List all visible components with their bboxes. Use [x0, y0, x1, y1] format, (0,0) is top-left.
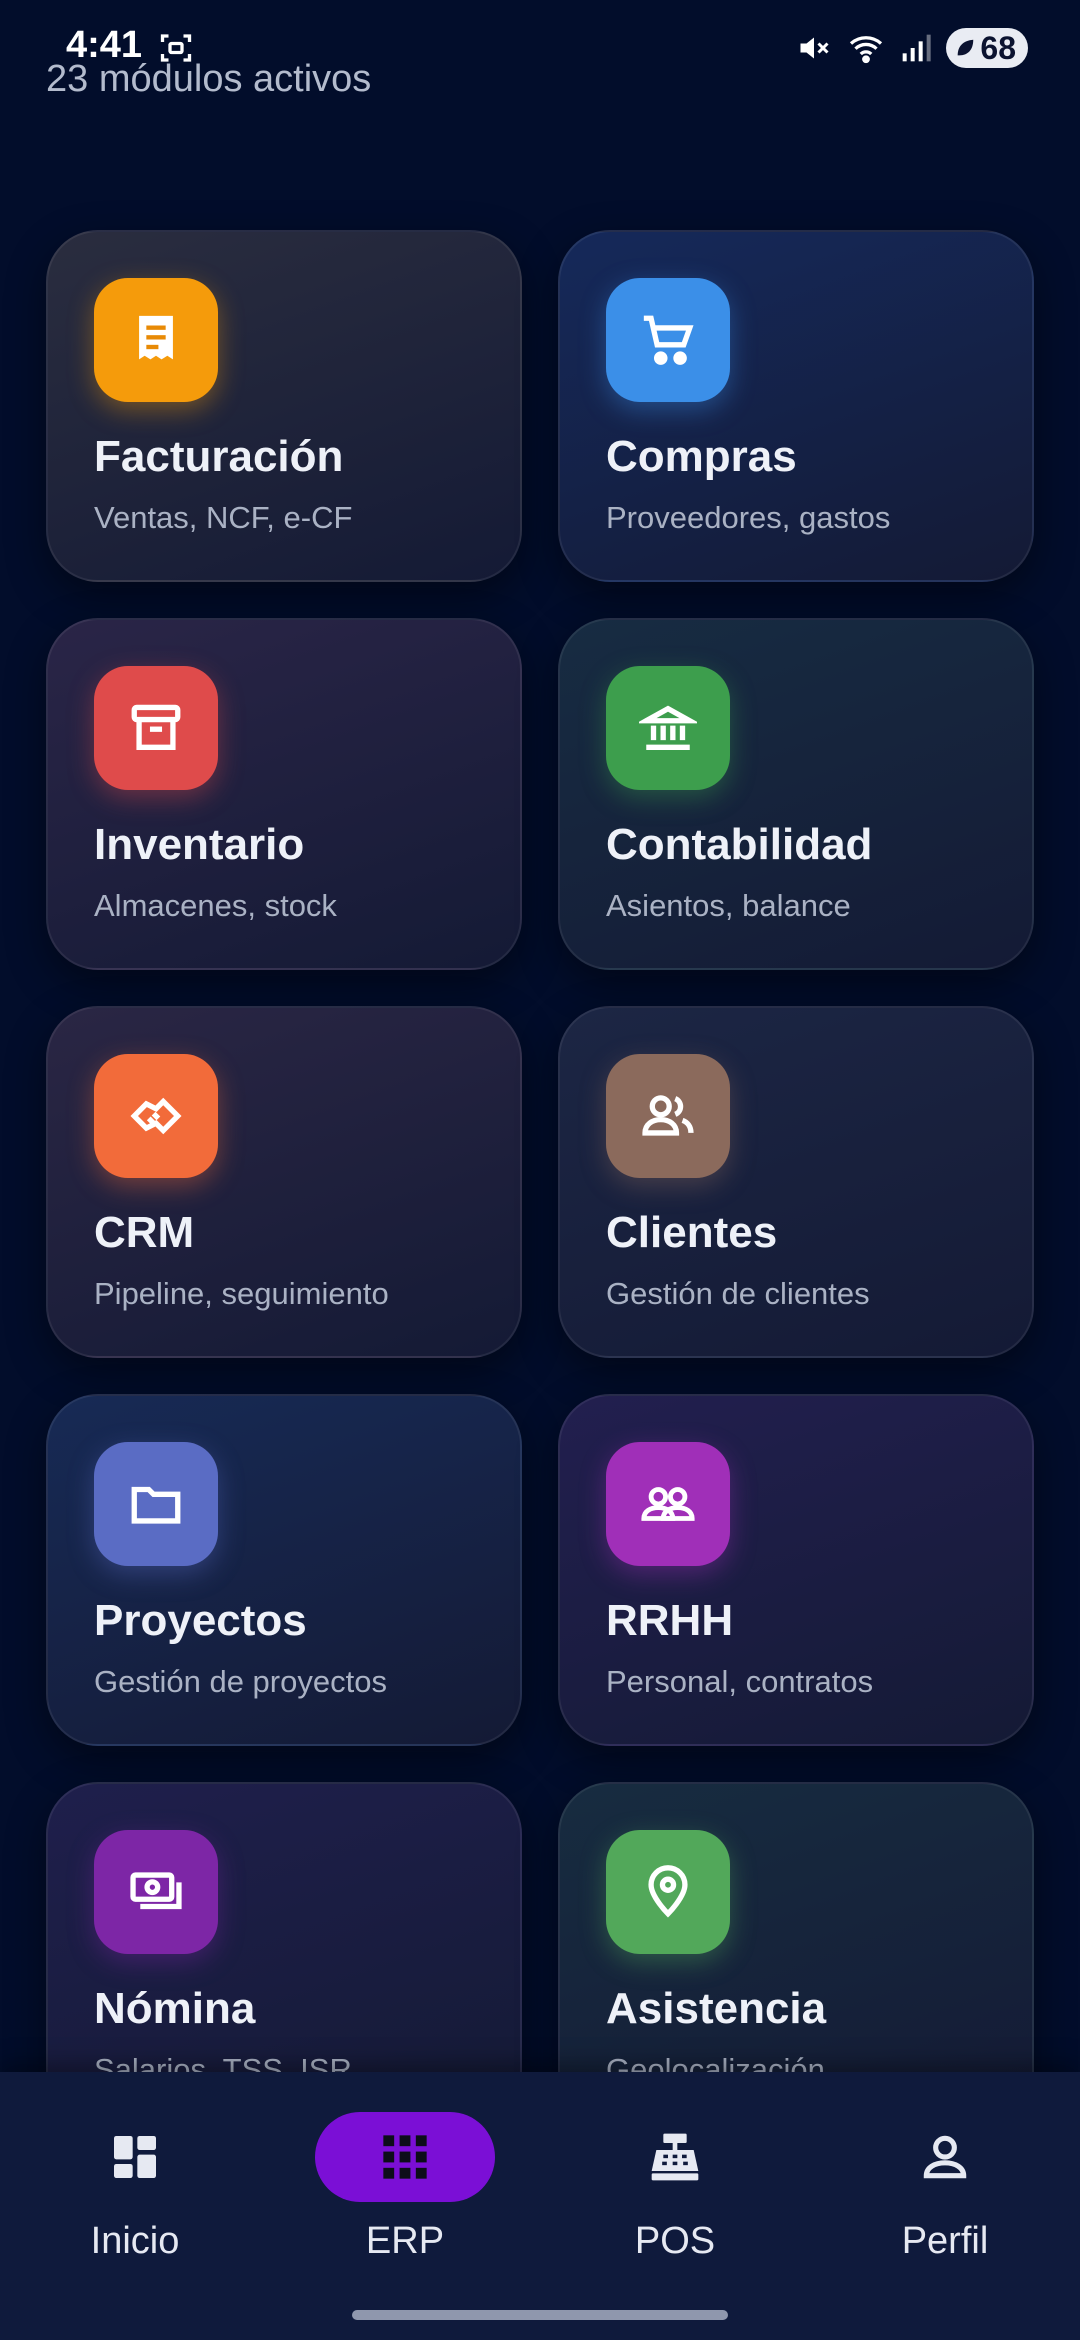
- icon-container: [94, 1830, 218, 1954]
- nav-icon-container: [45, 2112, 225, 2202]
- icon-container: [94, 666, 218, 790]
- people-icon: [642, 1095, 694, 1136]
- module-subtitle: Asientos, balance: [606, 888, 851, 923]
- nav-label: Perfil: [901, 2220, 989, 2262]
- dashboard-icon: [114, 2136, 156, 2178]
- module-card-crm[interactable]: CRM Pipeline, seguimiento: [46, 1006, 522, 1358]
- module-subtitle: Ventas, NCF, e-CF: [94, 500, 353, 535]
- location-pin-icon: [648, 1865, 688, 1918]
- icon-container: [606, 1830, 730, 1954]
- icon-container: [94, 1054, 218, 1178]
- module-card-inventario[interactable]: Inventario Almacenes, stock: [46, 618, 522, 970]
- system-icons: 68: [796, 28, 1028, 68]
- bank-icon: [639, 705, 697, 750]
- wifi-icon: [850, 36, 883, 64]
- icon-container: [606, 278, 730, 402]
- module-title: RRHH: [606, 1596, 734, 1645]
- leaf-icon: [958, 39, 974, 56]
- module-title: Asistencia: [606, 1984, 827, 2033]
- module-title: Clientes: [606, 1208, 778, 1257]
- payments-icon: [130, 1872, 182, 1910]
- icon-container: [606, 666, 730, 790]
- module-card-rrhh[interactable]: RRHH Personal, contratos: [558, 1394, 1034, 1746]
- module-title: Inventario: [94, 820, 305, 869]
- nav-icon-container: [855, 2112, 1035, 2202]
- handshake-icon: [130, 1097, 182, 1135]
- module-title: CRM: [94, 1208, 195, 1257]
- nav-icon-container: [585, 2112, 765, 2202]
- modules-count: 23 módulos activos: [46, 58, 372, 100]
- modules-grid: Facturación Ventas, NCF, e-CF Compras Pr…: [46, 230, 1034, 2134]
- nav-item-inicio[interactable]: Inicio: [0, 2112, 270, 2262]
- module-title: Nómina: [94, 1984, 256, 2033]
- archive-icon: [131, 704, 181, 750]
- module-subtitle: Pipeline, seguimiento: [94, 1276, 389, 1311]
- module-title: Compras: [606, 432, 797, 481]
- folder-icon: [131, 1486, 181, 1524]
- nav-item-erp[interactable]: ERP: [270, 2112, 540, 2262]
- apps-grid-icon: [383, 2135, 427, 2179]
- home-indicator[interactable]: [352, 2310, 728, 2320]
- module-card-clientes[interactable]: Clientes Gestión de clientes: [558, 1006, 1034, 1358]
- module-title: Proyectos: [94, 1596, 307, 1645]
- module-card-compras[interactable]: Compras Proveedores, gastos: [558, 230, 1034, 582]
- battery-indicator: 68: [946, 28, 1028, 68]
- nav-label: ERP: [365, 2220, 445, 2262]
- bottom-navigation: Inicio ERP POS Perfil: [0, 2072, 1080, 2340]
- group-icon: [641, 1487, 695, 1521]
- icon-container: [94, 278, 218, 402]
- battery-level: 68: [980, 29, 1016, 66]
- cash-register-icon: [651, 2133, 699, 2181]
- module-card-contabilidad[interactable]: Contabilidad Asientos, balance: [558, 618, 1034, 970]
- module-subtitle: Almacenes, stock: [94, 888, 337, 923]
- nav-item-pos[interactable]: POS: [540, 2112, 810, 2262]
- module-title: Contabilidad: [606, 820, 873, 869]
- module-card-facturacion[interactable]: Facturación Ventas, NCF, e-CF: [46, 230, 522, 582]
- cart-icon: [643, 315, 694, 365]
- module-card-proyectos[interactable]: Proyectos Gestión de proyectos: [46, 1394, 522, 1746]
- nav-icon-container: [315, 2112, 495, 2202]
- icon-container: [606, 1442, 730, 1566]
- module-subtitle: Gestión de clientes: [606, 1276, 870, 1311]
- mute-icon: [800, 37, 829, 59]
- person-icon: [923, 2135, 967, 2179]
- nav-label: Inicio: [90, 2220, 180, 2262]
- module-subtitle: Proveedores, gastos: [606, 500, 891, 535]
- module-title: Facturación: [94, 432, 344, 481]
- nav-item-perfil[interactable]: Perfil: [810, 2112, 1080, 2262]
- nav-label: POS: [634, 2220, 716, 2262]
- signal-icon: [903, 34, 932, 62]
- icon-container: [94, 1442, 218, 1566]
- receipt-icon: [139, 315, 173, 360]
- icon-container: [606, 1054, 730, 1178]
- module-subtitle: Gestión de proyectos: [94, 1664, 387, 1699]
- module-subtitle: Personal, contratos: [606, 1664, 874, 1699]
